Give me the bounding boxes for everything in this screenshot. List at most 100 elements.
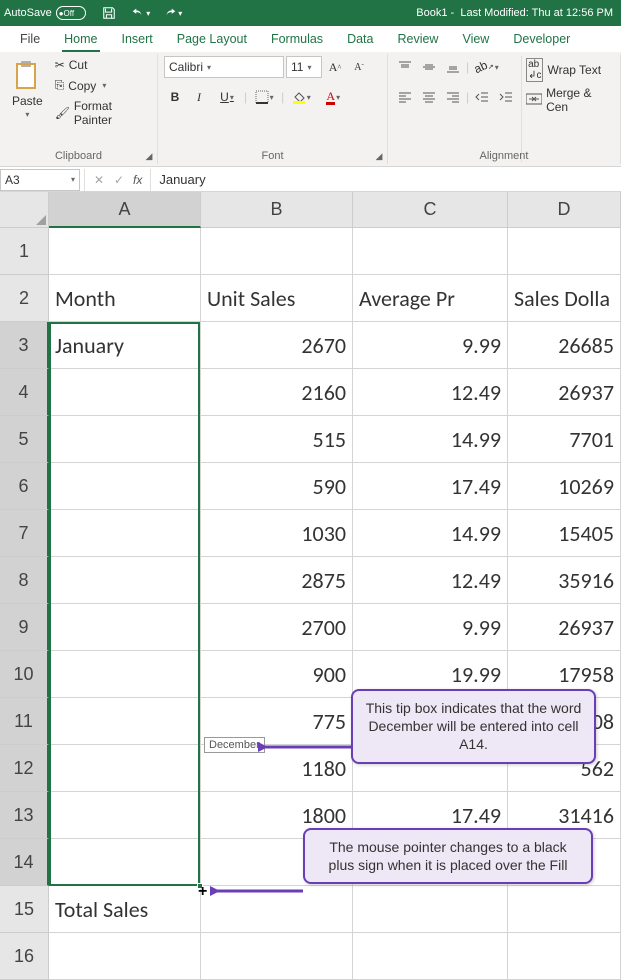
row-header[interactable]: 4: [0, 369, 49, 416]
bold-button[interactable]: B: [164, 86, 186, 108]
tab-insert[interactable]: Insert: [110, 28, 165, 52]
decrease-font-button[interactable]: Aˇ: [348, 56, 370, 78]
cell[interactable]: 35916: [508, 557, 621, 604]
fx-icon[interactable]: fx: [133, 173, 142, 187]
cell[interactable]: 14.99: [353, 416, 508, 463]
underline-button[interactable]: U▾: [212, 86, 242, 108]
row-header[interactable]: 14: [0, 839, 49, 886]
row-header[interactable]: 12: [0, 745, 49, 792]
cell[interactable]: Unit Sales: [201, 275, 353, 322]
autosave-toggle[interactable]: AutoSave ● Off: [4, 6, 86, 20]
cell[interactable]: [49, 698, 201, 745]
row-header[interactable]: 8: [0, 557, 49, 604]
font-size-select[interactable]: 11▾: [286, 56, 322, 78]
row-header[interactable]: 3: [0, 322, 49, 369]
cell[interactable]: Month: [49, 275, 201, 322]
clipboard-launcher[interactable]: ◢: [143, 150, 155, 162]
row-header[interactable]: 15: [0, 886, 49, 933]
cell[interactable]: [49, 745, 201, 792]
decrease-indent-button[interactable]: [471, 86, 493, 108]
row-header[interactable]: 6: [0, 463, 49, 510]
align-center-button[interactable]: [418, 86, 440, 108]
cell[interactable]: 10269: [508, 463, 621, 510]
cell[interactable]: 12.49: [353, 557, 508, 604]
fill-color-button[interactable]: ▾: [286, 86, 316, 108]
tab-developer[interactable]: Developer: [501, 28, 582, 52]
cell[interactable]: 2160: [201, 369, 353, 416]
cell[interactable]: 900: [201, 651, 353, 698]
cell[interactable]: 2700: [201, 604, 353, 651]
row-header[interactable]: 2: [0, 275, 49, 322]
cell[interactable]: Average Pr: [353, 275, 508, 322]
orientation-button[interactable]: ab↗▾: [471, 56, 501, 78]
cut-button[interactable]: ✂Cut: [53, 56, 151, 74]
col-header-B[interactable]: B: [201, 192, 353, 228]
cell[interactable]: [508, 933, 621, 980]
row-header[interactable]: 1: [0, 228, 49, 275]
border-button[interactable]: ▾: [249, 86, 279, 108]
cell[interactable]: 1030: [201, 510, 353, 557]
col-header-C[interactable]: C: [353, 192, 508, 228]
align-left-button[interactable]: [394, 86, 416, 108]
cell[interactable]: 14.99: [353, 510, 508, 557]
cell[interactable]: [49, 369, 201, 416]
cell[interactable]: [49, 839, 201, 886]
row-header[interactable]: 10: [0, 651, 49, 698]
cell[interactable]: 590: [201, 463, 353, 510]
cell[interactable]: [49, 416, 201, 463]
align-bottom-button[interactable]: [442, 56, 464, 78]
cell[interactable]: [353, 886, 508, 933]
align-middle-button[interactable]: [418, 56, 440, 78]
row-header[interactable]: 11: [0, 698, 49, 745]
increase-font-button[interactable]: A^: [324, 56, 346, 78]
formula-input[interactable]: January: [155, 172, 621, 187]
wrap-text-button[interactable]: ab↲cWrap Text: [526, 58, 614, 82]
tab-home[interactable]: Home: [52, 28, 109, 52]
cell[interactable]: 2670: [201, 322, 353, 369]
cell[interactable]: 26937: [508, 369, 621, 416]
cell[interactable]: [49, 510, 201, 557]
row-header[interactable]: 7: [0, 510, 49, 557]
tab-formulas[interactable]: Formulas: [259, 28, 335, 52]
tab-view[interactable]: View: [450, 28, 501, 52]
cell[interactable]: [353, 228, 508, 275]
tab-review[interactable]: Review: [385, 28, 450, 52]
cell[interactable]: [508, 228, 621, 275]
cell[interactable]: [49, 228, 201, 275]
cell[interactable]: [49, 651, 201, 698]
cell[interactable]: [49, 463, 201, 510]
cell[interactable]: 17.49: [353, 463, 508, 510]
row-header[interactable]: 9: [0, 604, 49, 651]
cell[interactable]: 12.49: [353, 369, 508, 416]
font-color-button[interactable]: A▾: [318, 86, 348, 108]
font-launcher[interactable]: ◢: [373, 150, 385, 162]
font-name-select[interactable]: Calibri▾: [164, 56, 284, 78]
align-right-button[interactable]: [442, 86, 464, 108]
cell[interactable]: [201, 228, 353, 275]
cancel-formula-button[interactable]: ✕: [89, 170, 109, 190]
merge-center-button[interactable]: Merge & Cen: [526, 86, 614, 114]
undo-button[interactable]: ▾: [130, 2, 152, 24]
cell[interactable]: 26937: [508, 604, 621, 651]
cell[interactable]: 9.99: [353, 604, 508, 651]
redo-button[interactable]: ▾: [162, 2, 184, 24]
col-header-D[interactable]: D: [508, 192, 621, 228]
cell[interactable]: 7701: [508, 416, 621, 463]
cell[interactable]: [49, 933, 201, 980]
cell[interactable]: 9.99: [353, 322, 508, 369]
cell[interactable]: [49, 557, 201, 604]
cell[interactable]: 2875: [201, 557, 353, 604]
cell[interactable]: Sales Dolla: [508, 275, 621, 322]
save-icon[interactable]: [98, 2, 120, 24]
row-header[interactable]: 16: [0, 933, 49, 980]
tab-file[interactable]: File: [8, 28, 52, 52]
tab-data[interactable]: Data: [335, 28, 385, 52]
cell[interactable]: 15405: [508, 510, 621, 557]
format-painter-button[interactable]: 🖌Format Painter: [53, 97, 151, 129]
cell[interactable]: 515: [201, 416, 353, 463]
paste-button[interactable]: Paste ▾: [6, 56, 49, 162]
cell[interactable]: [49, 792, 201, 839]
italic-button[interactable]: I: [188, 86, 210, 108]
cell[interactable]: [353, 933, 508, 980]
cell[interactable]: Total Sales: [49, 886, 201, 933]
